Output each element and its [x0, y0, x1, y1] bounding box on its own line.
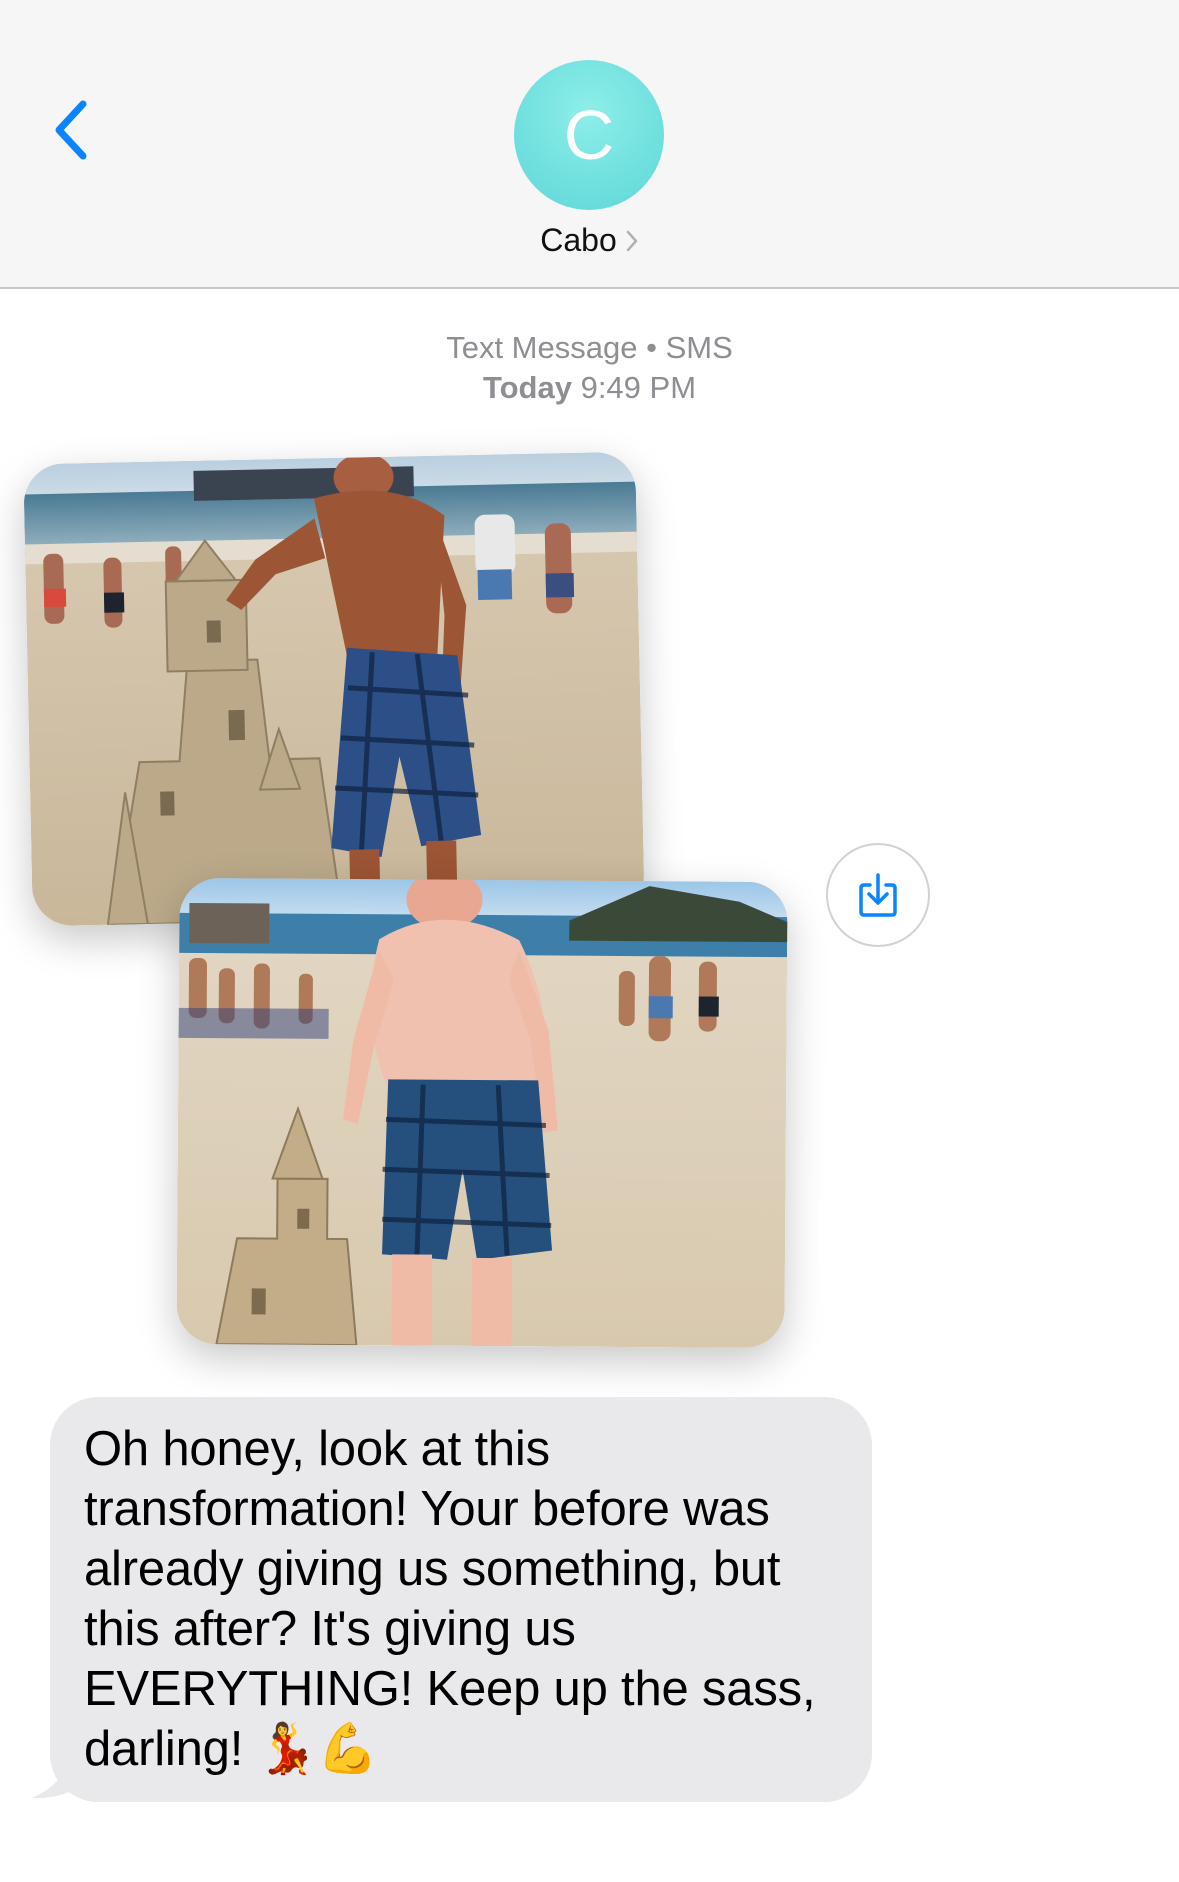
photo-icon [23, 451, 645, 927]
timestamp-line: Today 9:49 PM [0, 368, 1179, 408]
incoming-message-bubble[interactable]: Oh honey, look at this transformation! Y… [50, 1397, 872, 1802]
service-type: SMS [665, 330, 733, 365]
photo-attachment-1[interactable] [23, 451, 645, 927]
messages-screen: C Cabo Text Message • SMS Today 9:49 PM [0, 0, 1179, 1882]
photo-icon [176, 877, 788, 1349]
save-photos-button[interactable] [826, 843, 930, 947]
chevron-right-icon [626, 230, 637, 251]
photo-attachment-2[interactable] [176, 877, 788, 1349]
avatar-initial: C [563, 96, 615, 174]
separator: • [646, 330, 657, 365]
contact-name-button[interactable]: Cabo [0, 222, 1179, 259]
thread-meta: Text Message • SMS Today 9:49 PM [0, 328, 1179, 408]
message-body: Oh honey, look at this transformation! Y… [84, 1422, 816, 1776]
conversation-header: C Cabo [0, 0, 1179, 289]
contact-name: Cabo [540, 222, 617, 258]
service-line: Text Message • SMS [0, 328, 1179, 368]
message-text: Oh honey, look at this transformation! Y… [84, 1419, 842, 1779]
chevron-left-icon [55, 100, 87, 160]
contact-avatar[interactable]: C [514, 60, 664, 210]
timestamp-day: Today [482, 370, 572, 405]
timestamp-time: 9:49 PM [580, 370, 697, 405]
download-icon [859, 873, 897, 917]
back-button[interactable] [36, 90, 106, 170]
message-emoji: 💃💪 [256, 1720, 379, 1777]
service-label: Text Message [446, 330, 638, 365]
